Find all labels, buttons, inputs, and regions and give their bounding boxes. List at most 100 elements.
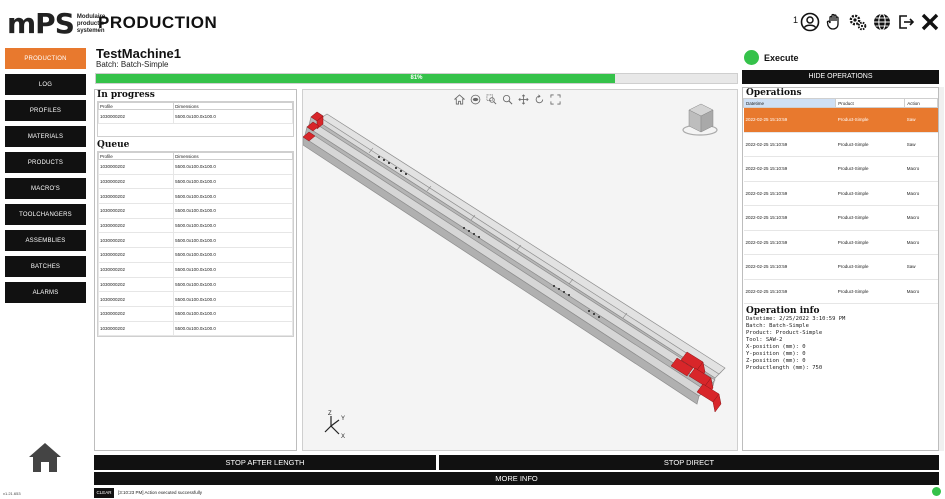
profile-cell: 1030000202 <box>97 173 175 190</box>
operation-info-line: Y-position (mm): 0 <box>746 351 806 357</box>
view-cube[interactable] <box>682 103 718 136</box>
operation-row[interactable]: 2022-02-25 15:10:59 Product-Simple Macro <box>743 205 938 231</box>
operation-row[interactable]: 2022-02-25 15:10:59 Product-Simple Macro <box>743 181 938 206</box>
gears-icon[interactable] <box>848 11 868 33</box>
column-header-profile[interactable]: Profile <box>97 102 175 110</box>
table-row[interactable]: 1030000202 5500.0x100.0x100.0 <box>97 159 293 175</box>
operation-info-line: Z-position (mm): 0 <box>746 358 806 364</box>
sidebar-item-products[interactable]: PRODUCTS <box>5 152 86 173</box>
sidebar-item-alarms[interactable]: ALARMS <box>5 282 86 303</box>
sidebar-item-materials[interactable]: MATERIALS <box>5 126 86 147</box>
dimensions-cell: 5500.0x100.0x100.0 <box>173 261 293 278</box>
column-header-datetime[interactable]: Datetime <box>742 98 837 108</box>
operation-row[interactable]: 2022-02-25 15:10:59 Product-Simple Macro <box>743 230 938 255</box>
execute-status-indicator <box>744 50 759 65</box>
status-bar: CLEAR [3:10:23 PM] Action executed succe… <box>94 487 939 498</box>
operation-row[interactable]: 2022-02-25 15:10:59 Product-Simple Saw <box>743 254 938 280</box>
3d-viewer[interactable]: Z Y X <box>302 89 738 451</box>
table-row[interactable]: 1030000202 5500.0x100.0x100.0 <box>97 109 293 124</box>
home-button[interactable] <box>28 441 62 473</box>
datetime-cell: 2022-02-25 15:10:59 <box>743 254 836 280</box>
machine-name: TestMachine1 <box>96 46 182 61</box>
table-row[interactable]: 1030000202 5500.0x100.0x100.0 <box>97 232 293 249</box>
stop-after-length-button[interactable]: STOP AFTER LENGTH <box>94 455 436 470</box>
header-toolbar: 1 <box>793 11 940 33</box>
column-header-profile[interactable]: Profile <box>97 152 175 160</box>
datetime-cell: 2022-02-25 15:10:59 <box>743 156 836 182</box>
table-row[interactable]: 1030000202 5500.0x100.0x100.0 <box>97 305 293 322</box>
right-scrollbar[interactable] <box>939 87 944 451</box>
sidebar-item-production[interactable]: PRODUCTION <box>5 48 86 69</box>
hide-operations-button[interactable]: HIDE OPERATIONS <box>742 70 939 84</box>
operation-info-line: Datetime: 2/25/2022 3:10:59 PM <box>746 316 846 322</box>
user-icon[interactable] <box>800 11 820 33</box>
sidebar-item-macro-s[interactable]: MACRO'S <box>5 178 86 199</box>
queue-table: Profile Dimensions 1030000202 5500.0x100.… <box>97 152 293 337</box>
sidebar-item-profiles[interactable]: PROFILES <box>5 100 86 121</box>
table-row[interactable]: 1030000202 5500.0x100.0x100.0 <box>97 320 293 337</box>
table-row[interactable]: 1030000202 5500.0x100.0x100.0 <box>97 203 293 219</box>
operation-info-line: Product: Product-Simple <box>746 330 823 336</box>
table-row[interactable]: 1030000202 5500.0x100.0x100.0 <box>97 261 293 278</box>
dimensions-cell: 5500.0x100.0x100.0 <box>173 247 293 263</box>
logout-icon[interactable] <box>896 11 916 33</box>
home-icon <box>29 443 61 472</box>
user-count-badge: 1 <box>792 15 798 25</box>
action-cell: Macro <box>904 230 938 255</box>
queue-title: Queue <box>97 140 130 150</box>
close-icon[interactable] <box>920 11 940 33</box>
table-row[interactable]: 1030000202 5500.0x100.0x100.0 <box>97 247 293 263</box>
dimensions-cell: 5500.0x100.0x100.0 <box>173 217 293 234</box>
action-cell: Macro <box>904 156 938 182</box>
profile-cell: 1030000202 <box>97 109 175 124</box>
axis-z-label: Z <box>328 411 332 417</box>
sidebar-item-toolchangers[interactable]: TOOLCHANGERS <box>5 204 86 225</box>
batch-progress-bar: 81% <box>95 73 738 84</box>
column-header-dimensions[interactable]: Dimensions <box>173 102 293 110</box>
column-header-action[interactable]: Action <box>904 98 938 108</box>
table-row[interactable]: 1030000202 5500.0x100.0x100.0 <box>97 173 293 190</box>
globe-icon[interactable] <box>872 11 892 33</box>
action-cell: Saw <box>904 132 938 157</box>
table-row[interactable]: 1030000202 5500.0x100.0x100.0 <box>97 291 293 307</box>
3d-scene: Z Y X <box>303 103 726 440</box>
queue-table-box: Profile Dimensions 1030000202 5500.0x100.… <box>97 151 294 338</box>
sidebar-item-batches[interactable]: BATCHES <box>5 256 86 277</box>
sidebar-nav: PRODUCTION LOG PROFILES MATERIALS PRODUCTS MA… <box>5 48 86 308</box>
operation-row[interactable]: 2022-02-25 15:10:59 Product-Simple Macro <box>743 156 938 182</box>
table-row[interactable]: 1030000202 5500.0x100.0x100.0 <box>97 217 293 234</box>
in-progress-title: In progress <box>97 90 155 100</box>
more-info-button[interactable]: MORE INFO <box>94 472 939 485</box>
sidebar-item-log[interactable]: LOG <box>5 74 86 95</box>
column-header-product[interactable]: Product <box>835 98 906 108</box>
logo: mPS Modulaire productie systemen <box>7 10 105 38</box>
datetime-cell: 2022-02-25 15:10:59 <box>743 279 836 304</box>
dimensions-cell: 5500.0x100.0x100.0 <box>173 305 293 322</box>
sidebar: PRODUCTION LOG PROFILES MATERIALS PRODUCTS MA… <box>0 48 92 499</box>
in-progress-table-box: Profile Dimensions 1030000202 5500.0x100.… <box>97 101 294 137</box>
dimensions-cell: 5500.0x100.0x100.0 <box>173 291 293 307</box>
datetime-cell: 2022-02-25 15:10:59 <box>743 107 836 133</box>
product-cell: Product-Simple <box>835 181 905 206</box>
profile-cell: 1030000202 <box>97 305 175 322</box>
operations-panel: Operations Datetime Product Action 2022-… <box>742 87 939 451</box>
stop-direct-button[interactable]: STOP DIRECT <box>439 455 939 470</box>
operation-row[interactable]: 2022-02-25 15:10:59 Product-Simple Macro <box>743 279 938 304</box>
table-row[interactable]: 1030000202 5500.0x100.0x100.0 <box>97 188 293 205</box>
in-progress-table: Profile Dimensions 1030000202 5500.0x100.… <box>97 102 293 124</box>
clear-log-button[interactable]: CLEAR <box>94 487 114 498</box>
sidebar-item-assemblies[interactable]: ASSEMBLIES <box>5 230 86 251</box>
dimensions-cell: 5500.0x100.0x100.0 <box>173 276 293 293</box>
product-cell: Product-Simple <box>835 279 905 304</box>
table-row[interactable]: 1030000202 5500.0x100.0x100.0 <box>97 276 293 293</box>
dimensions-cell: 5500.0x100.0x100.0 <box>173 188 293 205</box>
log-message: [3:10:23 PM] Action executed successfull… <box>118 490 203 495</box>
profile-cell: 1030000202 <box>97 276 175 293</box>
dimensions-cell: 5500.0x100.0x100.0 <box>173 203 293 219</box>
hand-icon[interactable] <box>824 11 844 33</box>
operation-row[interactable]: 2022-02-25 15:10:59 Product-Simple Saw <box>743 107 938 133</box>
column-header-dimensions[interactable]: Dimensions <box>173 152 293 160</box>
operations-table: Datetime Product Action 2022-02-25 15:10… <box>742 98 938 304</box>
axis-y-label: Y <box>341 416 345 422</box>
operation-row[interactable]: 2022-02-25 15:10:59 Product-Simple Saw <box>743 132 938 157</box>
